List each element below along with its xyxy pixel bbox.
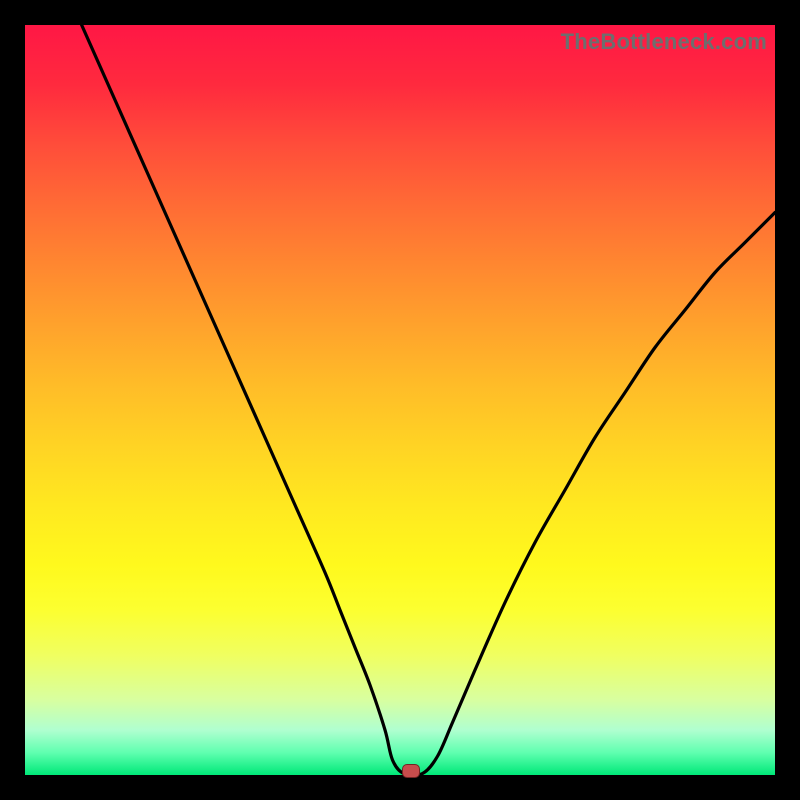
optimal-point-marker (402, 764, 420, 778)
curve-svg (25, 25, 775, 775)
chart-container: TheBottleneck.com (0, 0, 800, 800)
plot-area: TheBottleneck.com (25, 25, 775, 775)
attribution-watermark: TheBottleneck.com (561, 29, 767, 55)
bottleneck-curve (25, 25, 775, 775)
